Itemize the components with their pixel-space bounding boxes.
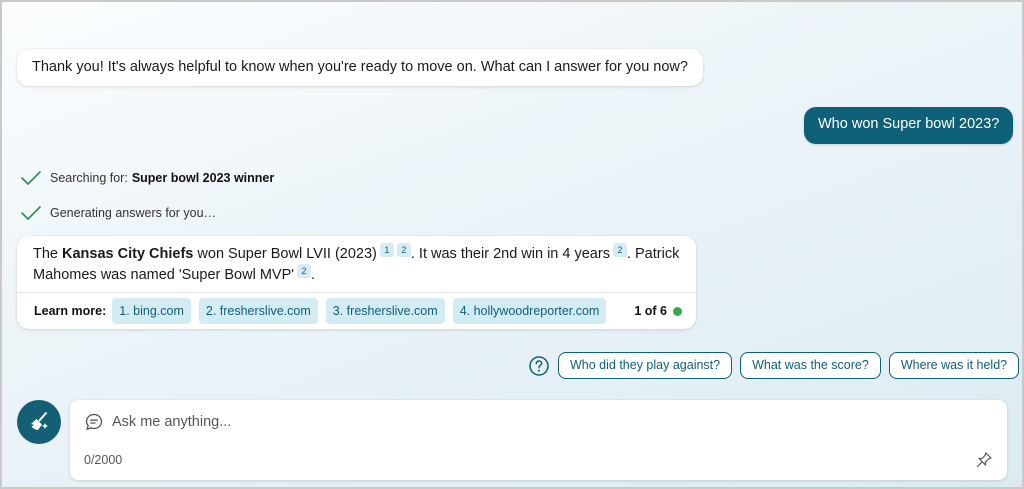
chat-window: Thank you! It's always helpful to know w… (0, 0, 1024, 489)
chat-bubble-icon (85, 413, 103, 430)
answer-part: The (33, 246, 63, 262)
bot-message-text: Thank you! It's always helpful to know w… (32, 59, 688, 75)
learn-more-label: Learn more: (34, 304, 107, 318)
status-generating: Generating answers for you… (20, 202, 216, 224)
response-counter: 1 of 6 (634, 301, 682, 321)
bot-message: Thank you! It's always helpful to know w… (17, 49, 703, 86)
citation-badge[interactable]: 2 (396, 243, 411, 257)
status-text: Generating answers for you… (50, 206, 217, 220)
broom-icon (31, 412, 48, 430)
suggestion-button-score[interactable]: What was the score? (740, 352, 881, 379)
answer-bold: Kansas City Chiefs (62, 246, 194, 262)
status-text: Searching for: (50, 171, 128, 185)
status-dot (673, 306, 682, 316)
citation-badge[interactable]: 2 (612, 243, 627, 257)
checkmark-icon (21, 171, 41, 185)
suggestion-button-location[interactable]: Where was it held? (888, 352, 1020, 379)
character-counter: 0/2000 (84, 453, 123, 467)
source-link-fresherslive[interactable]: 2. fresherslive.com (198, 298, 318, 324)
citation-badge[interactable]: 2 (297, 264, 312, 278)
user-message-text: Who won Super bowl 2023? (818, 116, 1000, 132)
chat-input[interactable] (112, 410, 912, 434)
source-link-fresherslive-2[interactable]: 3. fresherslive.com (325, 298, 445, 324)
answer-card: The Kansas City Chiefs won Super Bowl LV… (17, 236, 696, 329)
answer-part: won Super Bowl LVII (2023) (193, 246, 377, 262)
status-searching: Searching for: Super bowl 2023 winner (20, 167, 274, 189)
question-circle-icon[interactable] (528, 355, 550, 377)
response-count-text: 1 of 6 (634, 304, 667, 318)
answer-text: The Kansas City Chiefs won Super Bowl LV… (17, 236, 696, 292)
citation-badge[interactable]: 1 (379, 243, 394, 257)
learn-more-bar: Learn more: 1. bing.com 2. fresherslive.… (17, 293, 696, 329)
new-topic-button[interactable] (17, 400, 61, 444)
user-message: Who won Super bowl 2023? (804, 107, 1014, 144)
answer-part: . (311, 267, 316, 283)
chat-input-box: 0/2000 (70, 400, 1007, 480)
status-query: Super bowl 2023 winner (131, 171, 275, 185)
pin-icon[interactable] (975, 451, 993, 469)
suggestion-button-opponent[interactable]: Who did they play against? (558, 352, 733, 379)
checkmark-icon (21, 206, 41, 220)
source-link-hollywoodreporter[interactable]: 4. hollywoodreporter.com (452, 298, 607, 324)
suggestions-row: Who did they play against? What was the … (528, 352, 1022, 379)
source-link-bing[interactable]: 1. bing.com (112, 298, 191, 324)
answer-part: . It was their 2nd win in 4 years (410, 246, 610, 262)
